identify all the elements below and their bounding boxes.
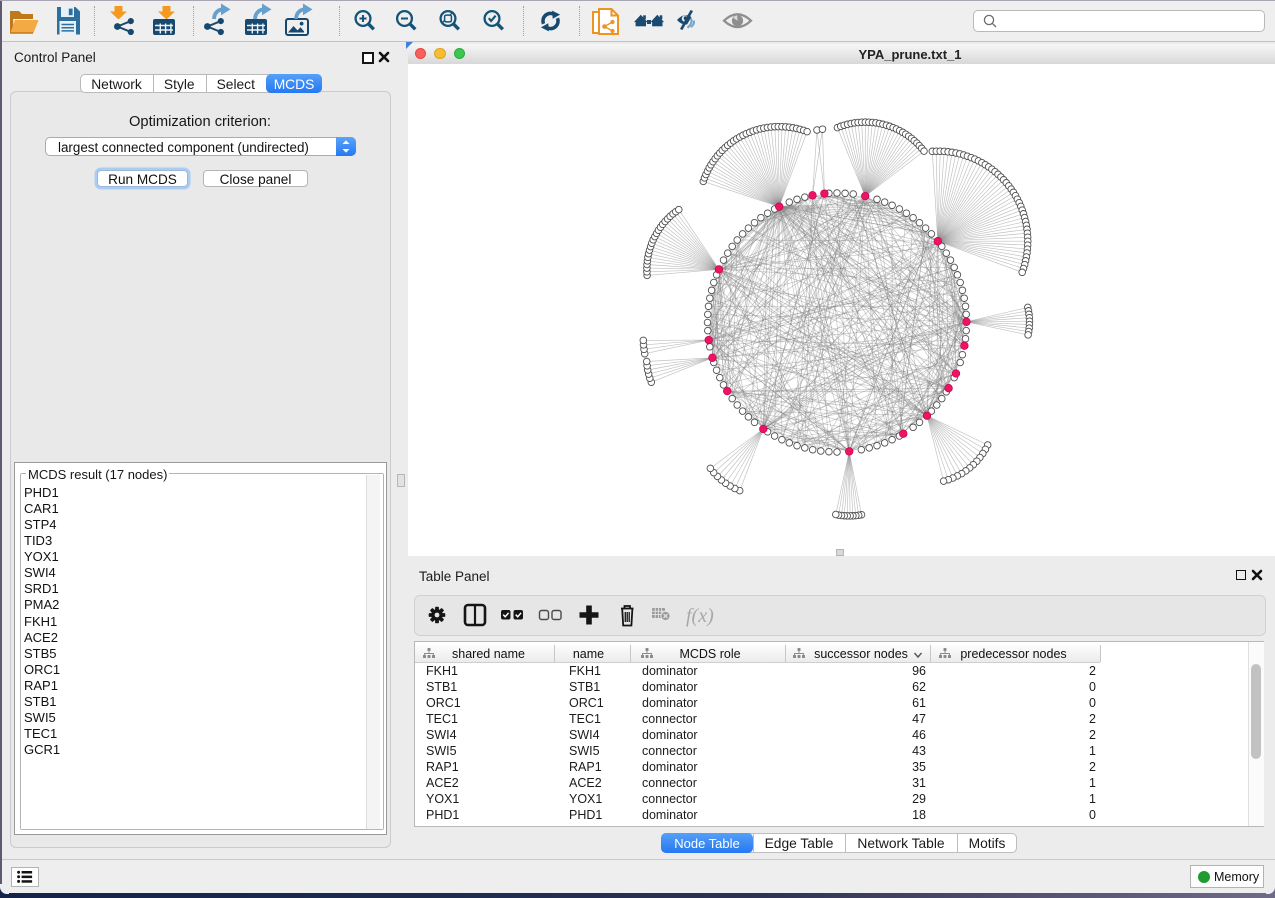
- svg-text:f(x): f(x): [686, 605, 714, 627]
